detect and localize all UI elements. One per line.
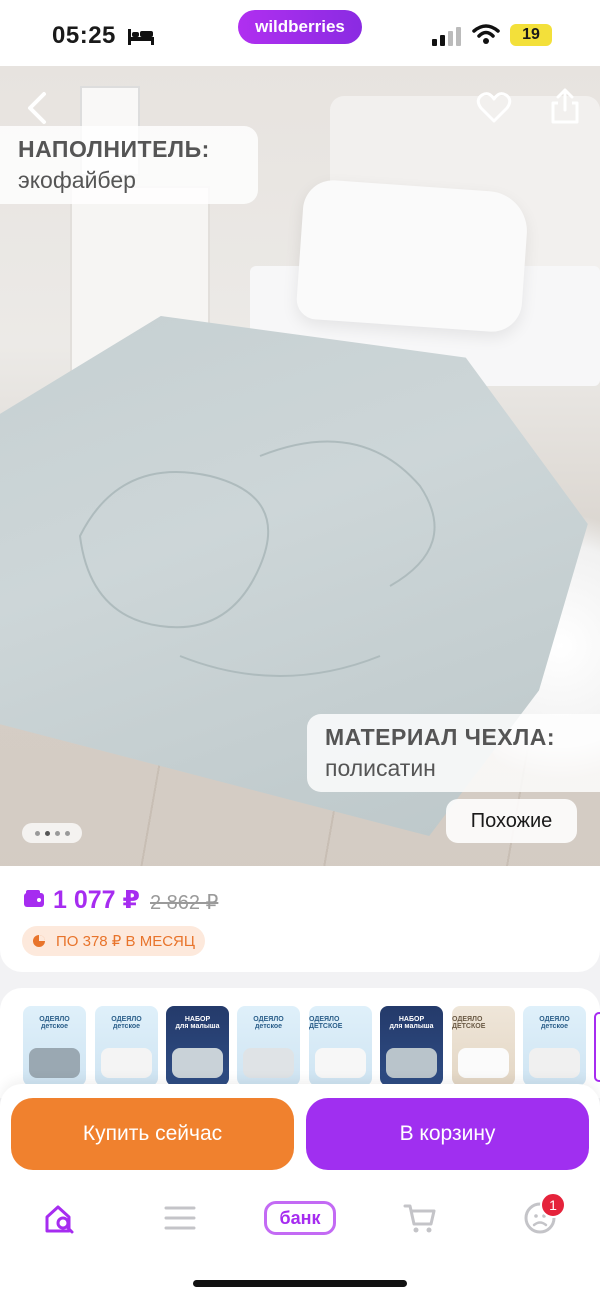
thumb-sub: детское xyxy=(112,1023,141,1030)
pie-chart-icon xyxy=(33,935,45,947)
variant-thumbnail[interactable]: ОДЕЯЛО детское xyxy=(237,1006,300,1086)
installment-badge[interactable]: ПО 378 ₽ В МЕСЯЦ xyxy=(22,926,205,956)
pagination-dot-active xyxy=(44,830,50,836)
thumb-blanket xyxy=(386,1048,437,1078)
wallet-icon xyxy=(24,890,44,907)
thumb-blanket xyxy=(529,1048,580,1078)
pillow xyxy=(295,178,530,334)
tab-home[interactable] xyxy=(38,1196,82,1240)
status-bar: 05:25 wildberries 19 xyxy=(0,0,600,66)
variant-thumbnail[interactable]: ОДЕЯЛО детское xyxy=(523,1006,586,1086)
home-search-icon xyxy=(45,1205,74,1234)
thumb-label: НАБОР xyxy=(398,1016,425,1023)
favorite-heart-icon[interactable] xyxy=(476,90,512,126)
thumb-blanket xyxy=(458,1048,509,1078)
thumb-sub: детское xyxy=(40,1023,69,1030)
thumb-label: ОДЕЯЛО xyxy=(539,1016,570,1023)
tab-cart[interactable] xyxy=(398,1196,442,1240)
product-variants-strip: ОДЕЯЛО детское ОДЕЯЛО детское НАБОР для мал… xyxy=(0,988,600,1098)
spec-filler-title: НАПОЛНИТЕЛЬ: xyxy=(18,136,210,162)
current-price: 1 077 ₽ xyxy=(53,886,140,914)
thumb-blanket xyxy=(101,1048,152,1078)
spec-cover-title: МАТЕРИАЛ ЧЕХЛА: xyxy=(325,724,556,750)
back-arrow-icon[interactable] xyxy=(22,90,52,126)
spec-filler-value: экофайбер xyxy=(18,167,136,193)
gallery-pagination xyxy=(22,823,82,843)
pagination-dot xyxy=(34,830,40,836)
tab-bank[interactable]: банк xyxy=(264,1196,336,1240)
old-price: 2 862 ₽ xyxy=(150,892,219,914)
menu-icon xyxy=(164,1206,196,1230)
variant-thumbnail-selected-partial[interactable] xyxy=(594,1012,600,1082)
thumb-blanket xyxy=(29,1048,80,1078)
cellular-signal-icon xyxy=(432,27,461,46)
spec-card-cover: МАТЕРИАЛ ЧЕХЛА: полисатин xyxy=(307,714,600,792)
thumb-sub: детское xyxy=(254,1023,283,1030)
battery-indicator: 19 xyxy=(510,24,552,46)
home-indicator xyxy=(193,1280,407,1287)
variant-thumbnail[interactable]: НАБОР для малыша xyxy=(166,1006,229,1086)
blanket-stitching xyxy=(78,440,436,677)
thumb-label: ОДЕЯЛО xyxy=(39,1016,70,1023)
share-icon[interactable] xyxy=(548,86,582,126)
thumb-label: ОДЕЯЛО xyxy=(111,1016,142,1023)
app-indicator-pill: wildberries xyxy=(238,10,362,44)
thumb-label: ОДЕЯЛО ДЕТСКОЕ xyxy=(309,1016,343,1030)
thumb-label: ОДЕЯЛО ДЕТСКОЕ xyxy=(452,1016,486,1030)
bottom-tab-bar: банк 1 xyxy=(0,1184,600,1297)
thumb-blanket xyxy=(243,1048,294,1078)
similar-products-button[interactable]: Похожие xyxy=(446,799,577,843)
thumb-blanket xyxy=(315,1048,366,1078)
pagination-dot xyxy=(54,830,60,836)
thumb-label: НАБОР xyxy=(184,1016,211,1023)
status-time: 05:25 xyxy=(52,22,116,49)
thumb-sub: для малыша xyxy=(389,1023,434,1030)
pagination-dot xyxy=(64,830,70,836)
notification-badge: 1 xyxy=(540,1192,566,1218)
variant-thumbnail[interactable]: ОДЕЯЛО ДЕТСКОЕ xyxy=(309,1006,372,1086)
variant-thumbnail[interactable]: ОДЕЯЛО ДЕТСКОЕ xyxy=(452,1006,515,1086)
thumb-label: ОДЕЯЛО xyxy=(253,1016,284,1023)
spec-card-filler: НАПОЛНИТЕЛЬ: экофайбер xyxy=(0,126,258,204)
thumb-sub: для малыша xyxy=(175,1023,220,1030)
price-card: 1 077 ₽ 2 862 ₽ ПО 378 ₽ В МЕСЯЦ xyxy=(0,866,600,972)
product-image-gallery[interactable]: НАПОЛНИТЕЛЬ: экофайбер МАТЕРИАЛ ЧЕХЛА: п… xyxy=(0,66,600,866)
variant-thumbnail[interactable]: ОДЕЯЛО детское xyxy=(95,1006,158,1086)
wifi-icon xyxy=(472,24,500,44)
bank-label: банк xyxy=(264,1201,336,1235)
tab-catalog[interactable] xyxy=(158,1196,202,1240)
cart-icon xyxy=(403,1204,436,1233)
thumb-blanket xyxy=(172,1048,223,1078)
spec-cover-value: полисатин xyxy=(325,755,436,781)
add-to-cart-button[interactable]: В корзину xyxy=(306,1098,589,1170)
thumb-sub: детское xyxy=(540,1023,569,1030)
sleep-mode-icon xyxy=(128,29,154,45)
buy-now-button[interactable]: Купить сейчас xyxy=(11,1098,294,1170)
variant-thumbnail[interactable]: ОДЕЯЛО детское xyxy=(23,1006,86,1086)
installment-text: ПО 378 ₽ В МЕСЯЦ xyxy=(56,933,195,950)
variant-thumbnail[interactable]: НАБОР для малыша xyxy=(380,1006,443,1086)
purchase-action-bar: Купить сейчас В корзину xyxy=(0,1084,600,1184)
